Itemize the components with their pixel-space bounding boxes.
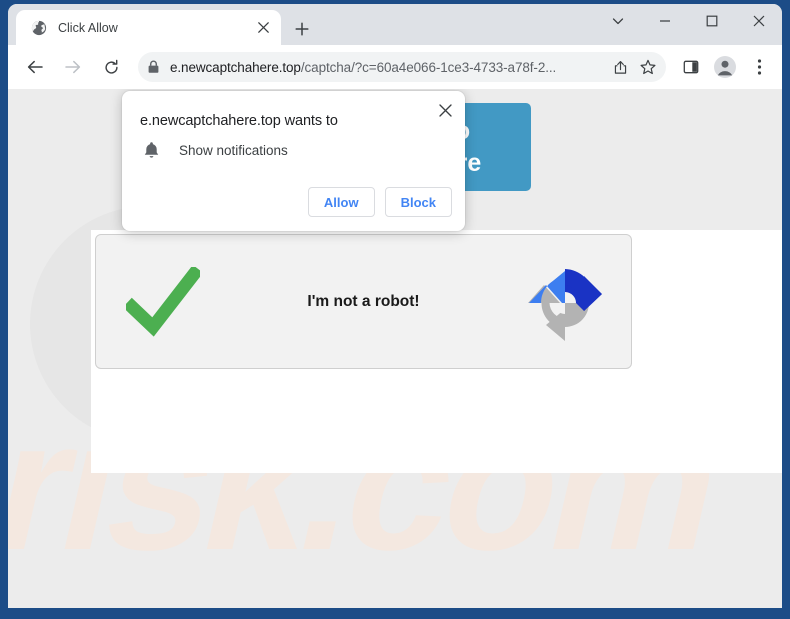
lock-icon[interactable] — [139, 53, 167, 81]
permission-label: Show notifications — [179, 142, 288, 158]
back-arrow-icon[interactable] — [20, 52, 50, 82]
forward-arrow-icon[interactable] — [58, 52, 88, 82]
tab-close-icon[interactable] — [253, 18, 273, 38]
url-text: e.newcaptchahere.top/captcha/?c=60a4e066… — [167, 60, 606, 75]
refresh-arrows-icon[interactable] — [524, 263, 606, 343]
bell-icon — [141, 140, 161, 160]
three-dot-menu-icon[interactable] — [744, 52, 774, 82]
share-icon[interactable] — [606, 53, 634, 81]
dialog-title: e.newcaptchahere.top wants to — [140, 113, 338, 129]
tab-search-chevron-icon[interactable] — [594, 4, 641, 37]
captcha-card[interactable]: I'm not a robot! — [95, 234, 632, 369]
globe-icon — [30, 19, 47, 36]
window-controls — [594, 4, 782, 45]
close-window-button[interactable] — [735, 4, 782, 37]
url-host: e.newcaptchahere.top — [170, 59, 301, 75]
browser-tab[interactable]: Click Allow — [16, 10, 281, 45]
star-icon[interactable] — [634, 53, 662, 81]
permission-row: Show notifications — [141, 140, 288, 160]
block-button[interactable]: Block — [384, 187, 452, 217]
address-bar[interactable]: e.newcaptchahere.top/captcha/?c=60a4e066… — [138, 52, 666, 82]
browser-window: Click Allow e.newcaptchahere.top/captcha… — [8, 4, 782, 608]
side-panel-icon[interactable] — [676, 52, 706, 82]
maximize-button[interactable] — [688, 4, 735, 37]
dialog-actions: Allow Block — [307, 187, 452, 217]
screenshot-root: Click Allow e.newcaptchahere.top/captcha… — [0, 0, 790, 619]
profile-avatar-icon[interactable] — [710, 52, 740, 82]
new-tab-button[interactable] — [289, 16, 315, 42]
tab-strip: Click Allow — [8, 4, 782, 45]
notification-permission-dialog: e.newcaptchahere.top wants to Show notif… — [122, 91, 465, 231]
url-path: /captcha/?c=60a4e066-1ce3-4733-a78f-2... — [300, 59, 557, 75]
minimize-button[interactable] — [641, 4, 688, 37]
reload-icon[interactable] — [96, 52, 126, 82]
allow-button[interactable]: Allow — [307, 187, 375, 217]
page-viewport: pc risk.com o are I'm not a robot! — [8, 89, 782, 608]
browser-toolbar: e.newcaptchahere.top/captcha/?c=60a4e066… — [8, 45, 782, 89]
close-icon[interactable] — [434, 99, 456, 121]
tab-title: Click Allow — [58, 20, 118, 35]
